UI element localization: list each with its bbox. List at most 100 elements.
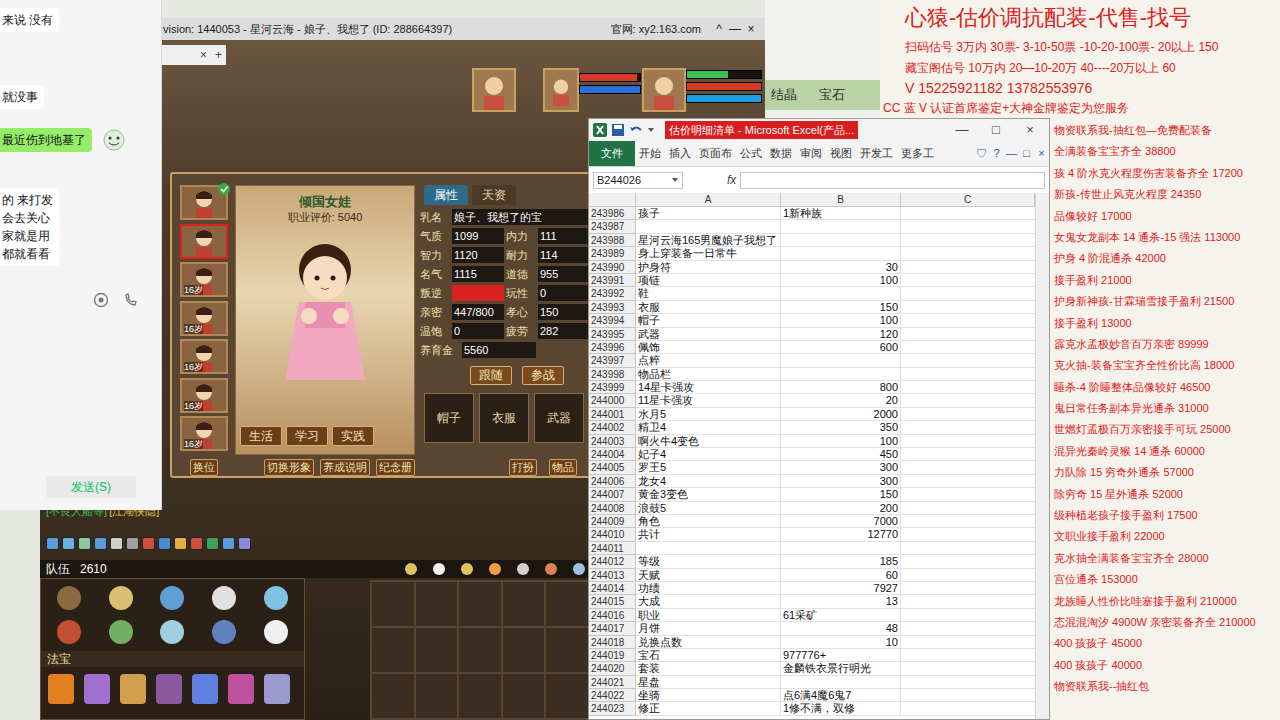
portrait-icon[interactable] bbox=[472, 68, 516, 112]
item-icon[interactable] bbox=[254, 619, 298, 645]
cell[interactable]: 大成 bbox=[636, 595, 781, 608]
child-portrait[interactable]: 16岁 bbox=[180, 262, 228, 297]
portrait-icon[interactable] bbox=[642, 68, 686, 112]
cell[interactable]: 60 bbox=[781, 569, 901, 582]
row-header[interactable]: 244023 bbox=[589, 702, 636, 715]
row-header[interactable]: 244013 bbox=[589, 569, 636, 582]
toolbar-icon[interactable] bbox=[78, 537, 91, 550]
tab-strip-button[interactable]: + bbox=[215, 46, 222, 64]
row-header[interactable]: 244012 bbox=[589, 555, 636, 568]
row-header[interactable]: 243991 bbox=[589, 274, 636, 287]
cell[interactable]: 武器 bbox=[636, 328, 781, 341]
cell[interactable]: 衣服 bbox=[636, 301, 781, 314]
column-header[interactable]: B bbox=[781, 193, 901, 206]
cell[interactable] bbox=[781, 542, 901, 555]
chat-tool-icon[interactable] bbox=[572, 562, 586, 576]
cell[interactable]: 14星卡强攻 bbox=[636, 381, 781, 394]
cell[interactable] bbox=[901, 702, 1035, 715]
cell[interactable] bbox=[901, 234, 1035, 247]
toolbar-icon[interactable] bbox=[46, 537, 59, 550]
cell[interactable]: 185 bbox=[781, 555, 901, 568]
cell[interactable] bbox=[901, 354, 1035, 367]
cell[interactable]: 星河云海165男魔娘子我想了 bbox=[636, 234, 781, 247]
panel-button[interactable]: 切换形象 bbox=[264, 459, 314, 476]
row-header[interactable]: 244008 bbox=[589, 502, 636, 515]
side-label[interactable]: 宝石 bbox=[819, 85, 845, 105]
row-header[interactable]: 243990 bbox=[589, 261, 636, 274]
cell[interactable] bbox=[781, 287, 901, 300]
cell[interactable]: 项链 bbox=[636, 274, 781, 287]
item-icon[interactable] bbox=[47, 619, 91, 645]
ribbon-tab[interactable]: 开始 bbox=[635, 141, 665, 166]
cell[interactable]: 800 bbox=[781, 381, 901, 394]
column-header[interactable]: A bbox=[636, 193, 781, 206]
cell[interactable]: 功绩 bbox=[636, 582, 781, 595]
column-header[interactable]: C bbox=[901, 193, 1035, 206]
toolbar-icon[interactable] bbox=[142, 537, 155, 550]
cell[interactable] bbox=[901, 394, 1035, 407]
cell[interactable]: 套装 bbox=[636, 662, 781, 675]
row-header[interactable]: 243997 bbox=[589, 354, 636, 367]
image-button[interactable]: 学习 bbox=[286, 426, 328, 446]
cell[interactable]: 1新种族 bbox=[781, 207, 901, 220]
cell[interactable] bbox=[781, 368, 901, 381]
toolbar-icon[interactable] bbox=[110, 537, 123, 550]
inventory-cell[interactable] bbox=[458, 673, 502, 719]
row-header[interactable]: 244019 bbox=[589, 649, 636, 662]
cell[interactable]: 150 bbox=[781, 488, 901, 501]
row-header[interactable]: 244006 bbox=[589, 475, 636, 488]
row-header[interactable]: 243993 bbox=[589, 301, 636, 314]
cell[interactable]: 角色 bbox=[636, 515, 781, 528]
fabao-icon[interactable] bbox=[191, 673, 219, 705]
cell[interactable] bbox=[901, 220, 1035, 233]
cell[interactable] bbox=[901, 408, 1035, 421]
attribute-tab[interactable]: 天资 bbox=[472, 185, 516, 205]
cell[interactable]: 100 bbox=[781, 274, 901, 287]
cell[interactable] bbox=[901, 649, 1035, 662]
cell[interactable]: 兑换点数 bbox=[636, 636, 781, 649]
ribbon-tab[interactable]: 文件 bbox=[589, 141, 635, 166]
row-header[interactable]: 244010 bbox=[589, 528, 636, 541]
dropdown-icon[interactable] bbox=[647, 125, 655, 135]
cell[interactable] bbox=[901, 328, 1035, 341]
ribbon-tab[interactable]: 视图 bbox=[826, 141, 856, 166]
ribbon-icon[interactable]: — bbox=[1004, 145, 1019, 162]
chat-tool-icon[interactable] bbox=[460, 562, 474, 576]
row-header[interactable]: 243994 bbox=[589, 314, 636, 327]
cell[interactable]: 坐骑 bbox=[636, 689, 781, 702]
cell[interactable] bbox=[901, 542, 1035, 555]
row-header[interactable]: 243989 bbox=[589, 247, 636, 260]
name-box[interactable]: B244026 bbox=[593, 172, 683, 189]
cell[interactable]: 水月5 bbox=[636, 408, 781, 421]
cell[interactable]: 等级 bbox=[636, 555, 781, 568]
child-portrait[interactable] bbox=[180, 185, 228, 220]
tab-strip-button[interactable]: × bbox=[200, 46, 207, 64]
cell[interactable]: 身上穿装备一日常牛 bbox=[636, 247, 781, 260]
inventory-cell[interactable] bbox=[415, 627, 459, 673]
row-header[interactable]: 244014 bbox=[589, 582, 636, 595]
save-icon[interactable] bbox=[611, 123, 625, 137]
panel-button[interactable]: 纪念册 bbox=[376, 459, 415, 476]
cell[interactable]: 宝石 bbox=[636, 649, 781, 662]
row-header[interactable]: 244005 bbox=[589, 461, 636, 474]
cell[interactable]: 200 bbox=[781, 502, 901, 515]
formula-input[interactable] bbox=[740, 172, 1045, 189]
toolbar-icon[interactable] bbox=[222, 537, 235, 550]
inventory-cell[interactable] bbox=[545, 673, 589, 719]
cell[interactable]: 10 bbox=[781, 636, 901, 649]
corner-cell[interactable] bbox=[589, 193, 636, 206]
attribute-tab[interactable]: 属性 bbox=[424, 185, 468, 205]
phone-icon[interactable] bbox=[123, 292, 139, 308]
inventory-cell[interactable] bbox=[502, 673, 546, 719]
row-header[interactable]: 244002 bbox=[589, 421, 636, 434]
cell[interactable] bbox=[901, 622, 1035, 635]
cell[interactable]: 佩饰 bbox=[636, 341, 781, 354]
vertical-scrollbar[interactable] bbox=[1035, 193, 1049, 719]
fabao-icon[interactable] bbox=[227, 673, 255, 705]
cell[interactable] bbox=[636, 542, 781, 555]
row-header[interactable]: 244016 bbox=[589, 609, 636, 622]
cell[interactable]: 120 bbox=[781, 328, 901, 341]
ribbon-icon[interactable]: × bbox=[1034, 145, 1049, 162]
action-button[interactable]: 跟随 bbox=[470, 366, 512, 385]
panel-button[interactable]: 打扮 bbox=[509, 459, 537, 476]
